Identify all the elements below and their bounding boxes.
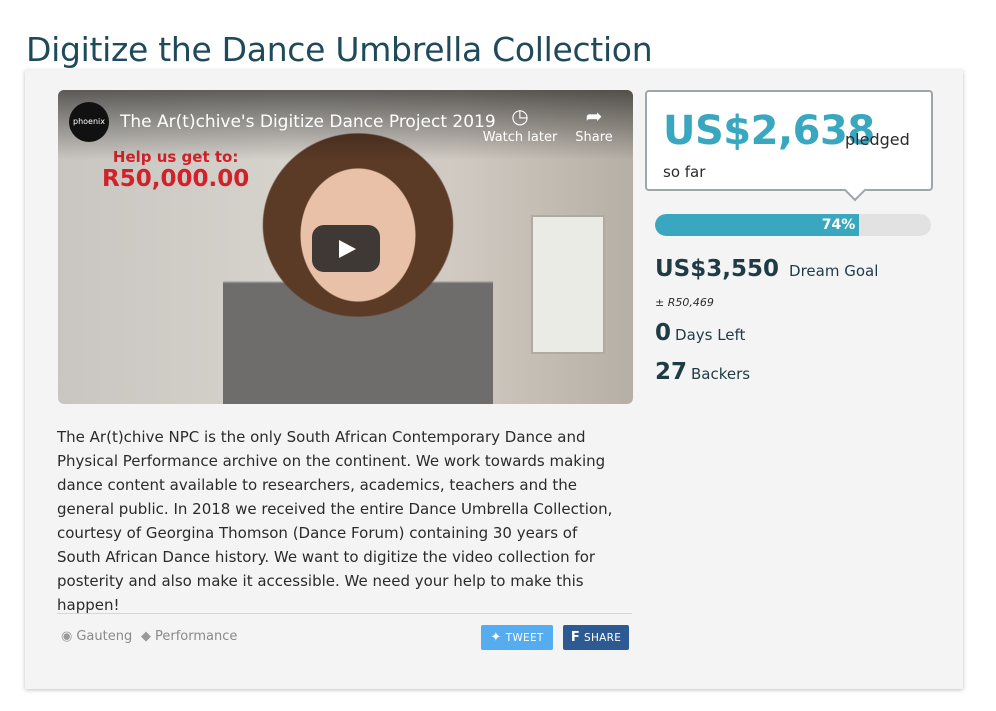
project-card: Help us get to: R50,000.00 phoenix The A… — [25, 70, 963, 689]
days-left-value: 0 — [655, 320, 672, 346]
video-player[interactable]: Help us get to: R50,000.00 phoenix The A… — [58, 90, 633, 404]
tag-icon: ◆ — [141, 629, 151, 644]
tweet-button[interactable]: ✦ Tweet — [481, 625, 553, 650]
divider — [57, 613, 632, 614]
days-left-stat: 0 Days Left — [655, 320, 745, 346]
tweet-label: Tweet — [505, 632, 544, 644]
backers-stat: 27 Backers — [655, 359, 750, 385]
globe-icon: ◉ — [61, 629, 73, 644]
page-title: Digitize the Dance Umbrella Collection — [26, 30, 653, 70]
background-whiteboard — [531, 215, 605, 354]
goal-zar-equivalent: ± R50,469 — [655, 296, 714, 309]
share-arrow-icon: ➦ — [585, 104, 603, 128]
location-tag[interactable]: ◉ Gauteng — [61, 629, 132, 644]
video-share-label: Share — [575, 130, 613, 145]
goal-label: Dream Goal — [789, 262, 879, 280]
overlay-amount: R50,000.00 — [102, 166, 250, 192]
progress-percent: 74% — [821, 217, 856, 233]
facebook-icon: f — [570, 630, 580, 645]
facebook-share-button[interactable]: f Share — [563, 625, 629, 650]
progress-fill: 74% — [655, 214, 860, 236]
goal-value: US$3,550 — [655, 256, 779, 282]
pledged-box: US$2,638 pledged so far — [645, 90, 933, 191]
video-title[interactable]: The Ar(t)chive's Digitize Dance Project … — [120, 112, 496, 132]
funding-progress-bar: 74% — [655, 214, 931, 236]
twitter-icon: ✦ — [490, 630, 502, 645]
category-label: Performance — [155, 629, 238, 644]
watch-later-button[interactable]: ◷ Watch later — [480, 104, 560, 145]
so-far-label: so far — [663, 163, 706, 181]
category-tag[interactable]: ◆ Performance — [141, 629, 237, 644]
days-left-label: Days Left — [675, 326, 746, 344]
goal-amount: US$3,550 Dream Goal — [655, 256, 878, 282]
location-label: Gauteng — [76, 629, 133, 644]
clock-icon: ◷ — [511, 104, 529, 128]
project-description: The Ar(t)chive NPC is the only South Afr… — [57, 428, 613, 614]
play-button[interactable] — [312, 225, 380, 272]
watch-later-label: Watch later — [482, 130, 558, 145]
video-share-button[interactable]: ➦ Share — [554, 104, 633, 145]
share-label: Share — [584, 632, 622, 644]
channel-logo[interactable]: phoenix — [69, 102, 109, 142]
backers-label: Backers — [691, 365, 751, 383]
pledged-amount: US$2,638 — [663, 108, 875, 154]
pledged-label: pledged — [845, 130, 910, 149]
backers-value: 27 — [655, 359, 688, 385]
